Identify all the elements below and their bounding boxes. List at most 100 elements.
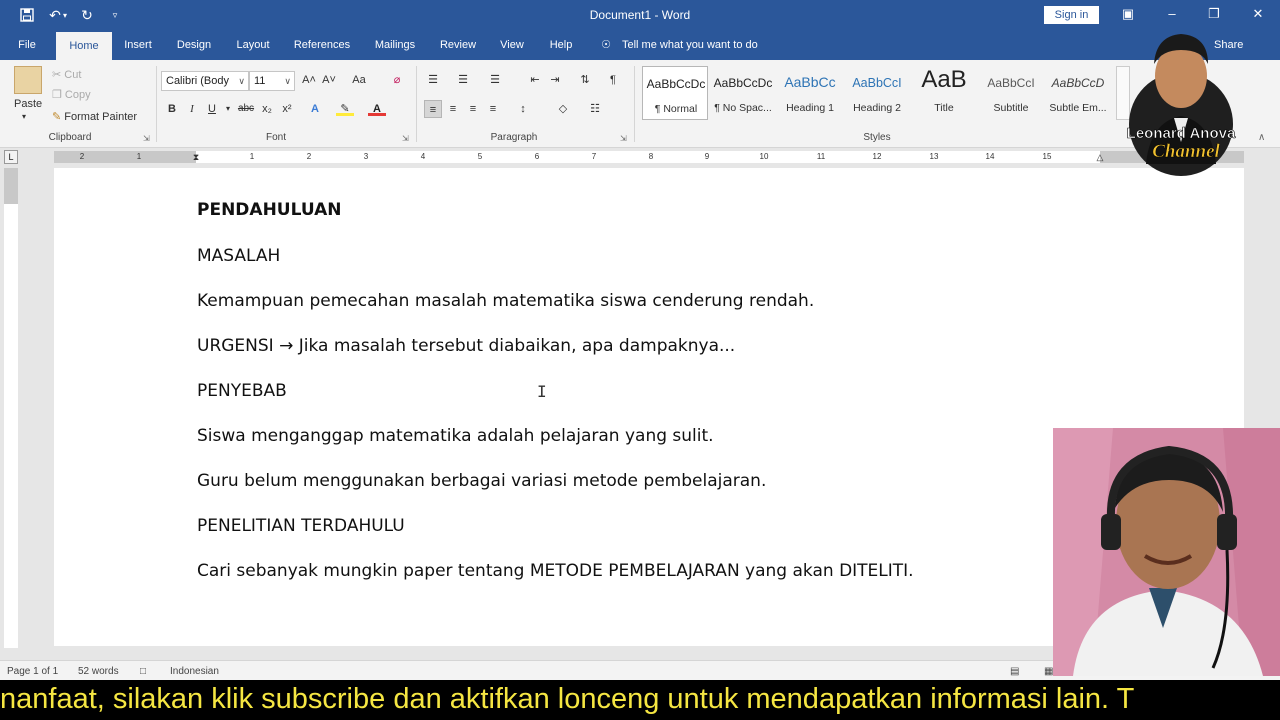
- chevron-down-icon: ∨: [238, 76, 245, 86]
- paragraph-launcher-icon[interactable]: ⇲: [620, 134, 627, 143]
- text-effects-icon[interactable]: A: [306, 100, 324, 118]
- strikethrough-icon[interactable]: abc: [234, 100, 258, 118]
- align-center-icon[interactable]: ≡: [444, 100, 462, 118]
- style-heading-1[interactable]: AaBbCc Heading 1: [777, 66, 843, 120]
- close-icon[interactable]: ✕: [1246, 4, 1270, 24]
- tab-help[interactable]: Help: [540, 30, 582, 60]
- copy-button[interactable]: ❐ Copy: [52, 88, 91, 101]
- clipboard-launcher-icon[interactable]: ⇲: [143, 134, 150, 143]
- bullets-icon[interactable]: ☰: [424, 71, 442, 89]
- paragraph-group-label: Paragraph: [490, 132, 538, 143]
- styles-gallery: AaBbCcDc ¶ Normal AaBbCcDc ¶ No Spac... …: [640, 66, 1116, 124]
- style-preview: AaB: [921, 66, 967, 93]
- language-status[interactable]: Indonesian: [170, 666, 219, 677]
- paintbrush-icon: ✎: [52, 111, 65, 123]
- sign-in-button[interactable]: Sign in: [1044, 6, 1099, 24]
- style-no-spacing[interactable]: AaBbCcDc ¶ No Spac...: [710, 66, 776, 120]
- show-formatting-marks-icon[interactable]: ¶: [604, 71, 622, 89]
- superscript-icon[interactable]: x²: [278, 100, 296, 118]
- font-launcher-icon[interactable]: ⇲: [402, 134, 409, 143]
- doc-heading[interactable]: PENDAHULUAN: [197, 200, 342, 220]
- group-separator: [416, 66, 417, 142]
- increase-indent-icon[interactable]: ⇥: [546, 71, 564, 89]
- copy-icon: ❐: [52, 89, 65, 101]
- tab-design[interactable]: Design: [168, 30, 220, 60]
- highlight-icon[interactable]: ✎: [336, 100, 354, 116]
- justify-icon[interactable]: ≡: [484, 100, 502, 118]
- italic-icon[interactable]: I: [183, 100, 201, 118]
- ruler-number: 13: [929, 152, 939, 161]
- numbering-icon[interactable]: ☰: [454, 71, 472, 89]
- vertical-ruler-margin: [4, 168, 18, 204]
- style-preview: AaBbCc: [784, 74, 836, 90]
- grow-font-icon[interactable]: A˄: [300, 71, 318, 89]
- borders-icon[interactable]: ☷: [586, 100, 604, 118]
- font-size-select[interactable]: 11 ∨: [249, 71, 295, 91]
- ruler-number: 2: [306, 152, 312, 161]
- tell-me-search[interactable]: ☉ Tell me what you want to do: [600, 30, 758, 60]
- style-name: Heading 1: [786, 102, 834, 114]
- cut-button[interactable]: ✂ Cut: [52, 68, 81, 81]
- right-indent-marker-icon[interactable]: △: [1093, 152, 1107, 163]
- font-size-value: 11: [254, 75, 266, 87]
- ticker-text: nanfaat, silakan klik subscribe dan akti…: [0, 683, 1135, 715]
- tab-file[interactable]: File: [8, 30, 46, 60]
- collapse-ribbon-icon[interactable]: ∧: [1258, 132, 1265, 143]
- tab-layout[interactable]: Layout: [228, 30, 278, 60]
- read-mode-icon[interactable]: ▤: [1010, 666, 1019, 677]
- doc-paragraph[interactable]: Siswa menganggap matematika adalah pelaj…: [197, 426, 714, 446]
- word-count[interactable]: 52 words: [78, 666, 119, 677]
- tab-selector-icon[interactable]: L: [4, 150, 18, 164]
- doc-paragraph[interactable]: Guru belum menggunakan berbagai variasi …: [197, 471, 766, 491]
- style-subtitle[interactable]: AaBbCcI Subtitle: [978, 66, 1044, 120]
- tab-view[interactable]: View: [492, 30, 532, 60]
- styles-group-label: Styles: [863, 132, 891, 143]
- sort-icon[interactable]: ⇅: [576, 71, 594, 89]
- format-painter-button[interactable]: ✎ Format Painter: [52, 110, 137, 123]
- change-case-icon[interactable]: Aa: [346, 71, 372, 89]
- shading-icon[interactable]: ◇: [554, 100, 572, 118]
- doc-paragraph[interactable]: PENYEBAB: [197, 381, 287, 401]
- font-family-value: Calibri (Body: [166, 75, 229, 87]
- decrease-indent-icon[interactable]: ⇤: [526, 71, 544, 89]
- paste-icon[interactable]: [14, 66, 42, 94]
- tell-me-text: Tell me what you want to do: [622, 39, 758, 51]
- bold-icon[interactable]: B: [163, 100, 181, 118]
- style-heading-2[interactable]: AaBbCcI Heading 2: [844, 66, 910, 120]
- paste-dropdown-icon[interactable]: ▾: [22, 112, 26, 121]
- align-right-icon[interactable]: ≡: [464, 100, 482, 118]
- clipboard-group-label: Clipboard: [48, 132, 92, 143]
- clear-formatting-icon[interactable]: ⌀: [388, 71, 406, 89]
- lightbulb-icon: ☉: [601, 39, 611, 51]
- page-count[interactable]: Page 1 of 1: [7, 666, 58, 677]
- style-title[interactable]: AaB Title: [911, 66, 977, 120]
- font-family-select[interactable]: Calibri (Body ∨: [161, 71, 249, 91]
- subscript-icon[interactable]: x₂: [258, 100, 276, 118]
- proofing-icon[interactable]: □: [140, 666, 146, 677]
- doc-paragraph[interactable]: MASALAH: [197, 246, 280, 266]
- webcam-video: [1053, 428, 1280, 676]
- cut-label: Cut: [64, 69, 82, 81]
- font-color-icon[interactable]: A: [368, 100, 386, 116]
- doc-paragraph[interactable]: URGENSI → Jika masalah tersebut diabaika…: [197, 336, 735, 356]
- tab-mailings[interactable]: Mailings: [366, 30, 424, 60]
- shrink-font-icon[interactable]: A˅: [320, 71, 338, 89]
- align-left-icon[interactable]: ≡: [424, 100, 442, 118]
- style-subtle-emphasis[interactable]: AaBbCcD Subtle Em...: [1045, 66, 1111, 120]
- text-cursor-icon: I: [537, 382, 547, 401]
- doc-paragraph[interactable]: PENELITIAN TERDAHULU: [197, 516, 405, 536]
- line-spacing-icon[interactable]: ↕: [514, 100, 532, 118]
- doc-paragraph[interactable]: Kemampuan pemecahan masalah matematika s…: [197, 291, 814, 311]
- style-normal[interactable]: AaBbCcDc ¶ Normal: [642, 66, 708, 120]
- doc-paragraph[interactable]: Cari sebanyak mungkin paper tentang METO…: [197, 561, 914, 581]
- channel-logo: Leonard Anova Channel: [1126, 34, 1236, 176]
- tab-home[interactable]: Home: [56, 32, 112, 60]
- multilevel-list-icon[interactable]: ☰: [486, 71, 504, 89]
- style-name: ¶ Normal: [654, 103, 698, 115]
- tab-references[interactable]: References: [286, 30, 358, 60]
- tab-insert[interactable]: Insert: [116, 30, 160, 60]
- tab-review[interactable]: Review: [432, 30, 484, 60]
- indent-marker-icon[interactable]: ⧗: [189, 152, 203, 163]
- ribbon: Paste ▾ ✂ Cut ❐ Copy ✎ Format Painter Cl…: [0, 60, 1280, 148]
- paste-button[interactable]: Paste: [14, 98, 42, 110]
